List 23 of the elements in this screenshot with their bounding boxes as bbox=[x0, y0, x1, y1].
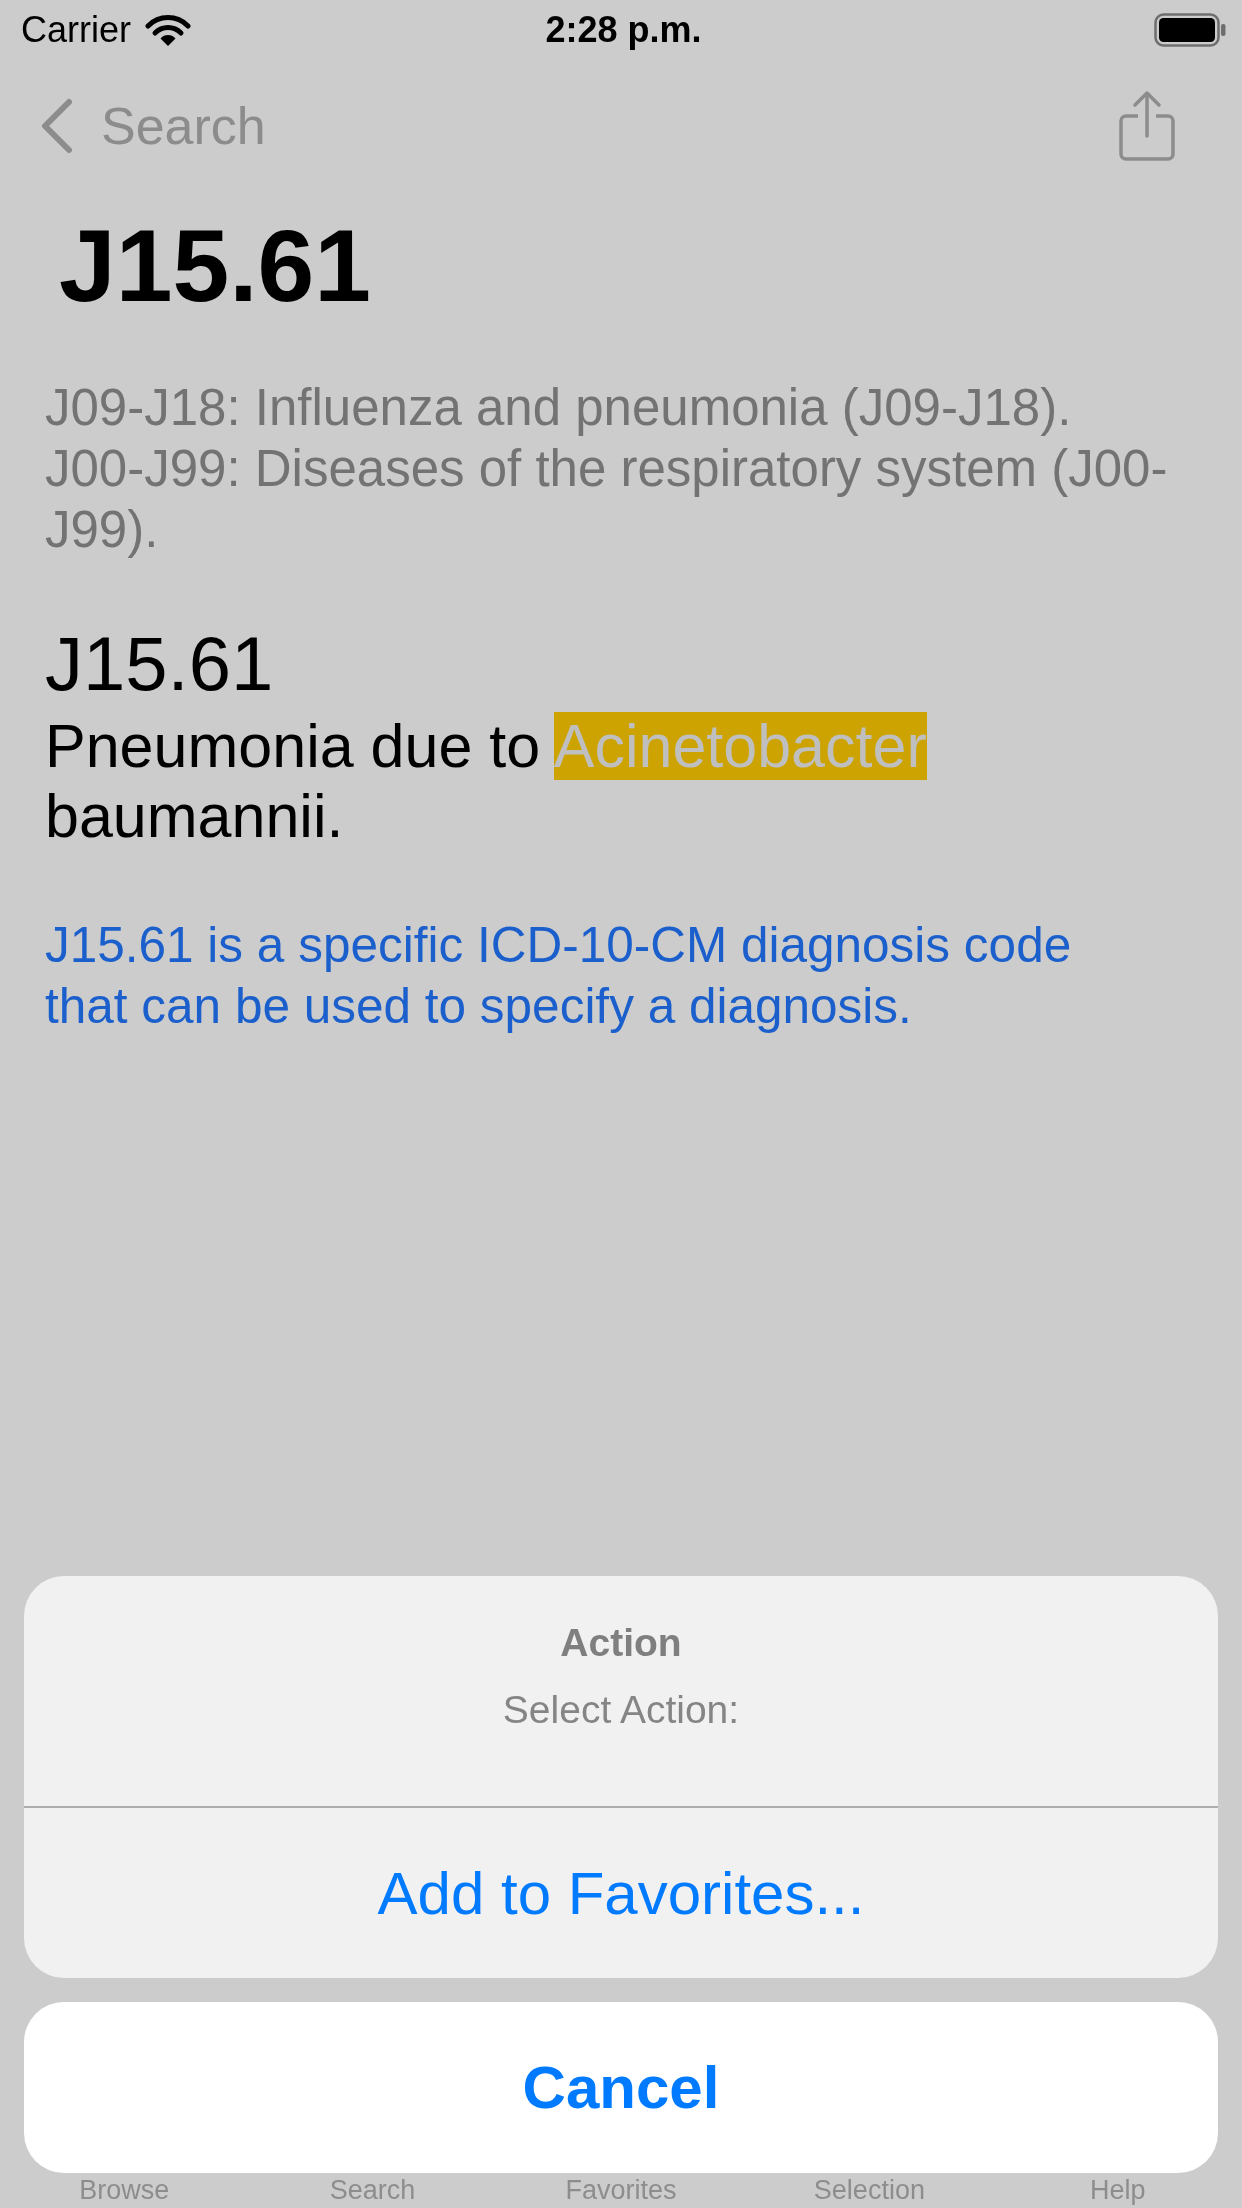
code-description: Pneumonia due to Acinetobacter baumannii. bbox=[45, 711, 928, 851]
code-label: J15.61 bbox=[45, 621, 274, 707]
share-icon bbox=[1118, 90, 1176, 162]
back-button[interactable]: Search bbox=[40, 96, 266, 156]
carrier-label: Carrier bbox=[21, 9, 131, 51]
battery-icon bbox=[1154, 13, 1226, 47]
share-button[interactable] bbox=[1118, 90, 1176, 162]
category-path: J00-J99: Diseases of the respiratory system (J00-J99). bbox=[45, 439, 1169, 560]
tab-bar-item[interactable]: Help bbox=[1090, 2175, 1146, 2206]
tab-bar-item[interactable]: Search bbox=[329, 2175, 416, 2206]
sheet-message: Select Action: bbox=[502, 1687, 740, 1733]
status-time: 2:28 p.m. bbox=[545, 9, 702, 51]
cancel-button[interactable]: Cancel bbox=[24, 2002, 1218, 2173]
category-path: J09-J18: Influenza and pneumonia (J09-J18). bbox=[45, 378, 1073, 438]
sheet-action-button[interactable]: Add to Favorites... bbox=[24, 1808, 1218, 1978]
tab-bar-item[interactable]: Selection bbox=[813, 2175, 925, 2206]
wifi-icon bbox=[145, 13, 191, 47]
sheet-title: Action bbox=[560, 1620, 682, 1666]
code-note: J15.61 is a specific ICD-10-CM diagnosis code that can be used to specify a diagnosis. bbox=[45, 916, 1073, 1035]
code-title: J15.61 bbox=[59, 208, 371, 325]
tab-bar-item[interactable]: Favorites bbox=[565, 2175, 677, 2206]
tab-bar-item[interactable]: Browse bbox=[79, 2175, 170, 2206]
chevron-icon bbox=[40, 98, 74, 154]
